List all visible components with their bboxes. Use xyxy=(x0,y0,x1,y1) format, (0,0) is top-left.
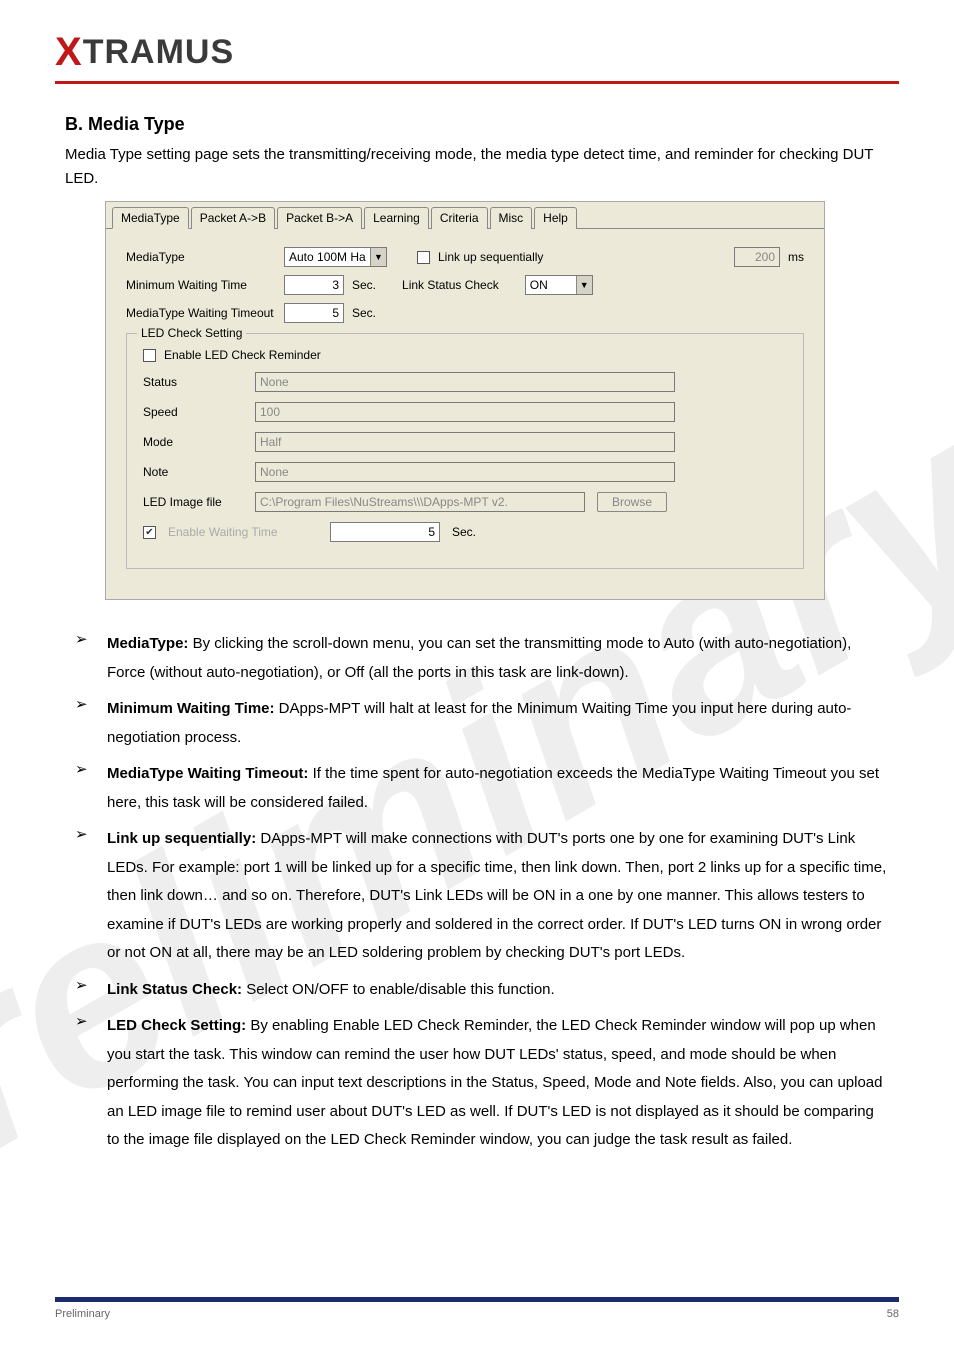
list-item-text: LED Check Setting: By enabling Enable LE… xyxy=(107,1012,889,1155)
tab-help[interactable]: Help xyxy=(534,207,577,229)
mt-timeout-unit: Sec. xyxy=(352,306,376,320)
settings-dialog: MediaType Packet A->B Packet B->A Learni… xyxy=(105,201,825,600)
list-item: ➢ MediaType Waiting Timeout: If the time… xyxy=(75,760,889,817)
section-title: B. Media Type xyxy=(65,114,889,135)
min-wait-unit: Sec. xyxy=(352,278,376,292)
logo-x: X xyxy=(55,30,83,74)
tab-packet-ba[interactable]: Packet B->A xyxy=(277,207,362,229)
led-image-input[interactable] xyxy=(255,492,585,512)
linkup-seq-label: Link up sequentially xyxy=(438,250,543,264)
min-wait-value[interactable] xyxy=(284,275,344,295)
mode-label: Mode xyxy=(143,435,243,449)
bullet-icon: ➢ xyxy=(75,1012,93,1030)
mediatype-label: MediaType xyxy=(126,250,276,264)
enable-wait-checkbox[interactable]: ✔ xyxy=(143,526,156,539)
linkup-seq-checkbox[interactable] xyxy=(417,251,430,264)
link-status-select[interactable]: ▼ xyxy=(525,275,593,295)
chevron-down-icon[interactable]: ▼ xyxy=(370,248,386,266)
enable-wait-label: Enable Waiting Time xyxy=(168,525,318,539)
footer-divider xyxy=(55,1297,899,1302)
speed-label: Speed xyxy=(143,405,243,419)
mt-timeout-label: MediaType Waiting Timeout xyxy=(126,306,276,320)
browse-button[interactable]: Browse xyxy=(597,492,667,512)
bullet-icon: ➢ xyxy=(75,825,93,843)
logo-rest: TRAMUS xyxy=(83,33,234,71)
list-item-text: MediaType Waiting Timeout: If the time s… xyxy=(107,760,889,817)
bullet-icon: ➢ xyxy=(75,695,93,713)
fieldset-legend: LED Check Setting xyxy=(137,326,246,340)
link-status-label: Link Status Check xyxy=(402,278,499,292)
chevron-down-icon[interactable]: ▼ xyxy=(576,276,592,294)
mt-timeout-value[interactable] xyxy=(284,303,344,323)
tab-bar: MediaType Packet A->B Packet B->A Learni… xyxy=(106,202,824,229)
min-wait-label: Minimum Waiting Time xyxy=(126,278,276,292)
status-label: Status xyxy=(143,375,243,389)
link-status-value[interactable] xyxy=(526,276,576,294)
tab-misc[interactable]: Misc xyxy=(490,207,533,229)
list-item-text: Minimum Waiting Time: DApps-MPT will hal… xyxy=(107,695,889,752)
list-item: ➢ LED Check Setting: By enabling Enable … xyxy=(75,1012,889,1155)
mediatype-value[interactable] xyxy=(285,248,370,266)
tab-criteria[interactable]: Criteria xyxy=(431,207,488,229)
list-item-text: MediaType: By clicking the scroll-down m… xyxy=(107,630,889,687)
enable-wait-unit: Sec. xyxy=(452,525,476,539)
bullet-list: ➢ MediaType: By clicking the scroll-down… xyxy=(75,630,889,1155)
bullet-icon: ➢ xyxy=(75,760,93,778)
section-description: Media Type setting page sets the transmi… xyxy=(65,143,889,191)
list-item-text: Link up sequentially: DApps-MPT will mak… xyxy=(107,825,889,968)
linkup-seq-value[interactable] xyxy=(734,247,780,267)
note-input[interactable] xyxy=(255,462,675,482)
footer-left: Preliminary xyxy=(55,1308,110,1320)
linkup-seq-unit: ms xyxy=(788,250,804,264)
speed-input[interactable] xyxy=(255,402,675,422)
tab-packet-ab[interactable]: Packet A->B xyxy=(191,207,275,229)
mediatype-select[interactable]: ▼ xyxy=(284,247,387,267)
list-item: ➢ Link up sequentially: DApps-MPT will m… xyxy=(75,825,889,968)
enable-led-checkbox[interactable] xyxy=(143,349,156,362)
page-footer: Preliminary 58 xyxy=(55,1297,899,1320)
enable-wait-value[interactable] xyxy=(330,522,440,542)
list-item: ➢ MediaType: By clicking the scroll-down… xyxy=(75,630,889,687)
page-number: 58 xyxy=(887,1308,899,1320)
enable-led-label: Enable LED Check Reminder xyxy=(164,348,321,362)
status-input[interactable] xyxy=(255,372,675,392)
list-item: ➢ Link Status Check: Select ON/OFF to en… xyxy=(75,976,889,1005)
led-image-label: LED Image file xyxy=(143,495,243,509)
list-item: ➢ Minimum Waiting Time: DApps-MPT will h… xyxy=(75,695,889,752)
note-label: Note xyxy=(143,465,243,479)
led-check-fieldset: LED Check Setting Enable LED Check Remin… xyxy=(126,333,804,569)
logo: XTRAMUS xyxy=(55,30,899,75)
mode-input[interactable] xyxy=(255,432,675,452)
header-divider xyxy=(55,81,899,84)
tab-learning[interactable]: Learning xyxy=(364,207,429,229)
bullet-icon: ➢ xyxy=(75,630,93,648)
list-item-text: Link Status Check: Select ON/OFF to enab… xyxy=(107,976,555,1005)
bullet-icon: ➢ xyxy=(75,976,93,994)
tab-mediatype[interactable]: MediaType xyxy=(112,207,189,229)
